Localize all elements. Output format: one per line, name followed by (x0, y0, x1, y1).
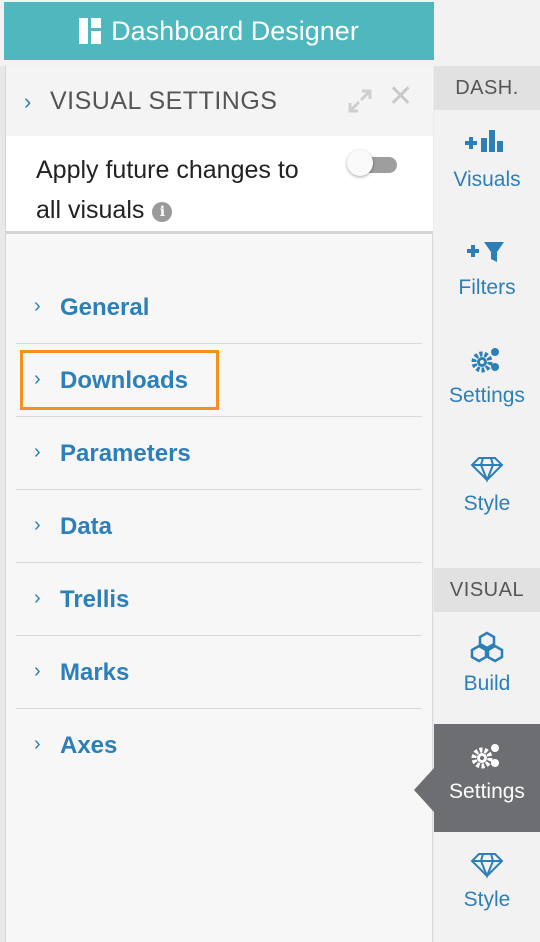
section-general[interactable]: › General (16, 271, 422, 344)
rail-item-label: Filters (458, 276, 516, 299)
rail-item-label: Build (463, 672, 511, 695)
diamond-icon (470, 853, 504, 879)
rail-item-visual-style[interactable]: Style (434, 832, 540, 940)
expand-icon[interactable] (346, 87, 374, 115)
apply-future-changes-toggle[interactable] (347, 150, 397, 176)
diamond-icon (470, 457, 504, 483)
rail-item-label: Style (463, 888, 511, 911)
chevron-right-icon: › (34, 733, 41, 755)
section-axes[interactable]: › Axes (16, 709, 422, 782)
rail-item-dash-style[interactable]: Style (434, 436, 540, 544)
gears-icon (471, 348, 499, 373)
apply-future-changes-box: Apply future changes to all visuals i (6, 136, 433, 234)
dashboard-designer-label: Dashboard Designer (111, 15, 359, 46)
chevron-right-icon: › (34, 295, 41, 317)
apply-future-changes-label: Apply future changes to all visuals i (36, 156, 299, 224)
add-bar-chart-icon (465, 130, 503, 152)
chevron-right-icon: › (34, 660, 41, 682)
downloads-highlight-box (20, 350, 219, 410)
rail-item-label: Settings (449, 780, 525, 803)
close-icon[interactable]: ✕ (388, 82, 413, 112)
dashboard-designer-button[interactable]: Dashboard Designer (4, 2, 434, 60)
rail-item-build[interactable]: Build (434, 616, 540, 724)
right-rail: DASH. Visuals Filters Settings Style VIS… (434, 66, 540, 942)
dash-section-header: DASH. (434, 66, 540, 110)
dashboard-icon (79, 18, 102, 44)
section-marks[interactable]: › Marks (16, 636, 422, 709)
cubes-icon (470, 631, 504, 663)
active-item-pointer (414, 768, 434, 812)
info-icon[interactable]: i (152, 202, 173, 222)
panel-title: VISUAL SETTINGS (50, 87, 278, 115)
rail-item-label: Settings (449, 384, 525, 407)
chevron-right-icon: › (34, 441, 41, 463)
settings-section-list: › General › Downloads › Parameters › Data › T… (16, 271, 422, 782)
section-parameters[interactable]: › Parameters (16, 417, 422, 490)
rail-item-filters[interactable]: Filters (434, 220, 540, 328)
panel-header: › VISUAL SETTINGS ✕ (6, 66, 433, 136)
chevron-right-icon: › (34, 514, 41, 536)
rail-item-visuals[interactable]: Visuals (434, 112, 540, 220)
rail-item-label: Visuals (453, 168, 521, 191)
add-filter-icon (467, 242, 504, 262)
gears-icon (471, 744, 499, 769)
visual-section-header: VISUAL (434, 568, 540, 612)
collapse-chevron-icon[interactable]: › (24, 89, 31, 115)
visual-settings-panel: › VISUAL SETTINGS ✕ Apply future changes… (6, 66, 433, 942)
section-trellis[interactable]: › Trellis (16, 563, 422, 636)
chevron-right-icon: › (34, 587, 41, 609)
rail-item-dash-settings[interactable]: Settings (434, 328, 540, 436)
rail-item-label: Style (463, 492, 511, 515)
section-data[interactable]: › Data (16, 490, 422, 563)
rail-item-visual-settings[interactable]: Settings (434, 724, 540, 832)
